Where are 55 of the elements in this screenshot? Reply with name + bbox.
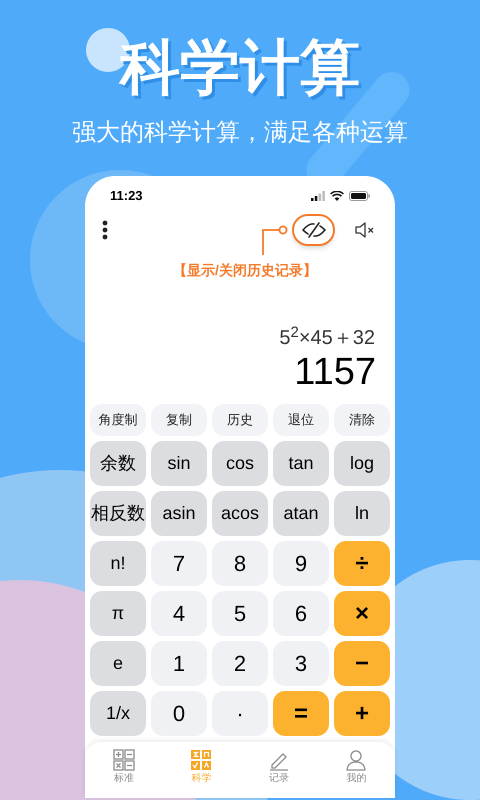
calculator-key[interactable]: tan [273,441,329,486]
wifi-icon [330,191,344,201]
calculator-key[interactable]: 角度制 [90,404,146,436]
calculator-key[interactable]: cos [212,441,268,486]
battery-icon [349,191,370,201]
leader-line [259,225,289,255]
calculator-key[interactable]: atan [273,491,329,536]
mute-icon[interactable] [355,222,375,238]
calculator-key[interactable]: 5 [212,591,268,636]
calculator-key[interactable]: 4 [151,591,207,636]
calculator-key[interactable]: 8 [212,541,268,586]
calculator-key[interactable]: e [90,641,146,686]
person-icon [345,749,368,771]
annotation-text: 【显示/关闭历史记录】 [173,261,317,280]
calculator-key[interactable]: · [212,691,268,736]
more-options-icon[interactable] [102,220,108,240]
hero-title: 科学计算 [120,36,360,100]
calculator-key[interactable]: + [334,691,390,736]
calculator-key[interactable]: 0 [151,691,207,736]
calculator-key[interactable]: 2 [212,641,268,686]
calculator-key[interactable]: 历史 [212,404,268,436]
calculator-key[interactable]: ln [334,491,390,536]
calculator-key[interactable]: 9 [273,541,329,586]
calculator-key[interactable]: 7 [151,541,207,586]
calculator-key[interactable]: 余数 [90,441,146,486]
expression-text: 5$^{2}$×45＋32 [279,326,375,350]
eye-slash-icon [300,221,326,239]
calculator-key[interactable]: 相反数 [90,491,146,536]
calculator-grid-icon [112,749,135,771]
calculator-key[interactable]: π [90,591,146,636]
calculator-key[interactable]: 1 [151,641,207,686]
status-time: 11:23 [110,187,143,206]
calculator-key[interactable]: ÷ [334,541,390,586]
calculator-key[interactable]: log [334,441,390,486]
tab[interactable]: 标准 [85,742,162,798]
calculator-key[interactable]: sin [151,441,207,486]
tab[interactable]: 我的 [318,742,395,798]
calculator-key[interactable]: × [334,591,390,636]
calculator-key[interactable]: 6 [273,591,329,636]
calculator-key[interactable]: acos [212,491,268,536]
calculator-key[interactable]: − [334,641,390,686]
calculator-key[interactable]: 清除 [334,404,390,436]
hero-subtitle: 强大的科学计算，满足各种运算 [72,118,408,148]
function-grid-icon [190,749,212,771]
calculator-key[interactable]: 3 [273,641,329,686]
signal-icon [311,191,325,201]
calculator-key[interactable]: 1/x [90,691,146,736]
history-toggle-button[interactable] [292,214,335,246]
calculator-key[interactable]: n! [90,541,146,586]
result-text: 1157 [294,350,376,394]
calculator-key[interactable]: 复制 [151,404,207,436]
calculator-key[interactable]: 退位 [273,404,329,436]
calculator-key[interactable]: asin [151,491,207,536]
calculator-key[interactable]: = [273,691,329,736]
tab[interactable]: 记录 [240,742,318,798]
